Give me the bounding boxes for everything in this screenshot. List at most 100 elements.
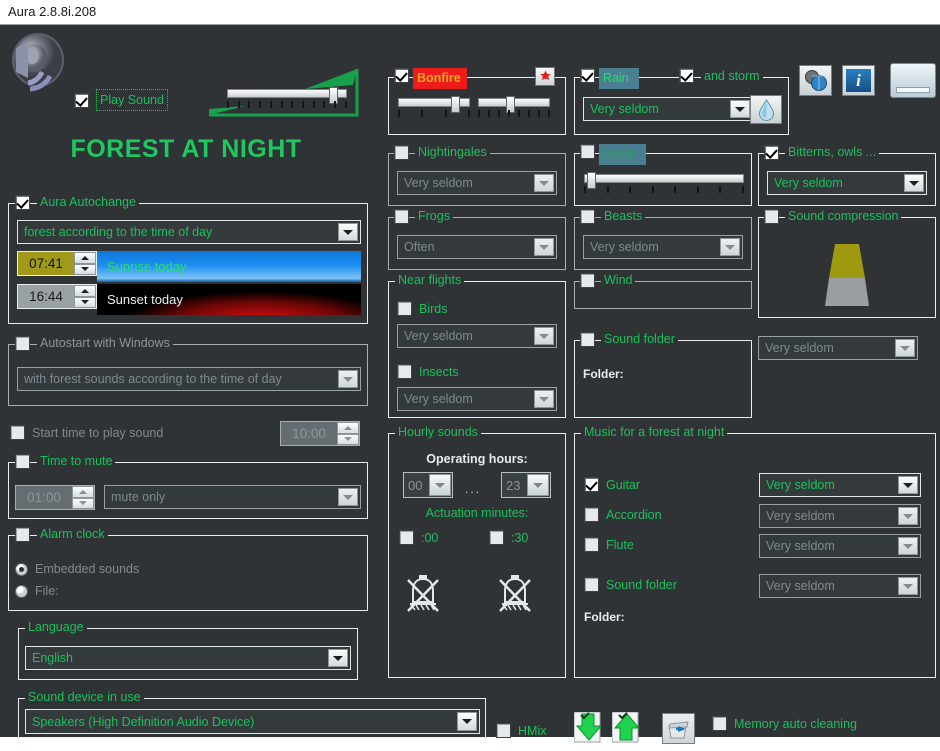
sound-folder-frequency-select[interactable]: Very seldom [758, 336, 918, 360]
brook-checkbox[interactable] [580, 144, 595, 159]
bonfire-checkbox[interactable] [394, 68, 409, 83]
time-to-mute-checkbox[interactable] [15, 454, 30, 469]
bitterns-checkbox[interactable] [764, 145, 779, 160]
alarm-clock-checkbox[interactable] [15, 527, 30, 542]
chevron-down-icon[interactable] [534, 238, 554, 256]
file-radio[interactable] [15, 584, 28, 598]
chevron-down-icon[interactable] [898, 507, 918, 525]
autostart-mode-select[interactable]: with forest sounds according to the time… [17, 367, 361, 391]
bell-muted-icon[interactable] [405, 574, 441, 621]
download-green-icon[interactable] [573, 711, 606, 746]
beasts-frequency-select[interactable]: Very seldom [583, 235, 743, 259]
mute-time-down-button[interactable] [72, 497, 94, 509]
minute-00-checkbox[interactable] [399, 530, 414, 545]
minute-30-control[interactable]: :30 [489, 530, 528, 545]
flute-checkbox[interactable] [584, 537, 599, 552]
volume-slider[interactable] [227, 87, 347, 113]
sunset-row[interactable]: 16:44 Sunset today [17, 284, 361, 315]
autostart-checkbox[interactable] [15, 336, 30, 351]
chevron-down-icon[interactable] [534, 174, 554, 192]
music-sound-folder-frequency-select[interactable]: Very seldom [759, 574, 921, 598]
chevron-down-icon[interactable] [720, 238, 740, 256]
beasts-checkbox[interactable] [580, 209, 595, 224]
sunrise-down-button[interactable] [74, 263, 96, 275]
start-time-up-button[interactable] [337, 422, 359, 434]
start-time-control[interactable]: Start time to play sound [10, 425, 163, 440]
volume-control[interactable] [205, 63, 365, 121]
chevron-down-icon[interactable] [457, 712, 477, 731]
birds-checkbox[interactable] [397, 301, 412, 316]
sunrise-up-button[interactable] [74, 252, 96, 264]
upload-green-icon[interactable] [611, 711, 644, 746]
hour-from-select[interactable]: 00 [403, 472, 453, 498]
rain-frequency-select[interactable]: Very seldom [583, 97, 753, 121]
sunset-time-stepper[interactable]: 16:44 [17, 284, 97, 309]
sound-compression-checkbox[interactable] [764, 209, 779, 224]
rain-checkbox[interactable] [580, 68, 595, 83]
start-time-down-button[interactable] [337, 433, 359, 445]
frogs-frequency-select[interactable]: Often [397, 235, 557, 259]
brook-slider[interactable] [584, 172, 744, 198]
alarm-option-embedded[interactable]: Embedded sounds [15, 562, 139, 576]
mute-mode-select[interactable]: mute only [104, 485, 361, 509]
music-item-flute[interactable]: Flute [584, 537, 634, 552]
birds-frequency-select[interactable]: Very seldom [397, 324, 557, 348]
start-time-checkbox[interactable] [10, 425, 25, 440]
embedded-sounds-radio[interactable] [15, 562, 28, 576]
chevron-down-icon[interactable] [429, 474, 451, 496]
chevron-down-icon[interactable] [338, 370, 358, 388]
guitar-checkbox[interactable] [584, 477, 599, 492]
start-time-stepper[interactable]: 10:00 [280, 421, 360, 446]
wind-checkbox[interactable] [580, 273, 595, 288]
language-select[interactable]: English [25, 646, 351, 670]
sunset-down-button[interactable] [74, 296, 96, 308]
chevron-down-icon[interactable] [895, 339, 915, 357]
chevron-down-icon[interactable] [328, 649, 348, 667]
globe-icon[interactable] [799, 65, 832, 96]
hour-to-select[interactable]: 23 [501, 472, 551, 498]
birds-control[interactable]: Birds [397, 301, 447, 316]
music-item-guitar[interactable]: Guitar [584, 477, 640, 492]
bonfire-slider-2[interactable] [478, 96, 550, 122]
chevron-down-icon[interactable] [338, 223, 358, 241]
info-icon[interactable]: i [842, 65, 875, 96]
trash-icon[interactable] [662, 713, 695, 744]
nightingales-checkbox[interactable] [394, 145, 409, 160]
chevron-down-icon[interactable] [534, 327, 554, 345]
brook-slider-track[interactable] [584, 174, 744, 183]
sunset-up-button[interactable] [74, 285, 96, 297]
minute-30-checkbox[interactable] [489, 530, 504, 545]
play-sound-control[interactable]: Play Sound [74, 89, 168, 111]
music-sound-folder-checkbox[interactable] [584, 577, 599, 592]
autochange-mode-select[interactable]: forest according to the time of day [17, 220, 361, 244]
bitterns-frequency-select[interactable]: Very seldom [767, 171, 927, 195]
chevron-down-icon[interactable] [527, 474, 549, 496]
chevron-down-icon[interactable] [730, 100, 750, 118]
sound-device-select[interactable]: Speakers (High Definition Audio Device) [25, 709, 480, 734]
bell-muted-icon[interactable] [497, 574, 533, 621]
record-icon[interactable] [535, 67, 555, 86]
nightingales-frequency-select[interactable]: Very seldom [397, 171, 557, 195]
water-drop-icon[interactable] [750, 95, 782, 124]
music-item-accordion[interactable]: Accordion [584, 507, 662, 522]
chevron-down-icon[interactable] [898, 577, 918, 595]
insects-frequency-select[interactable]: Very seldom [397, 387, 557, 411]
frogs-checkbox[interactable] [394, 209, 409, 224]
memory-auto-cleaning-checkbox[interactable] [712, 716, 727, 731]
chevron-down-icon[interactable] [534, 390, 554, 408]
insects-checkbox[interactable] [397, 364, 412, 379]
accordion-checkbox[interactable] [584, 507, 599, 522]
guitar-frequency-select[interactable]: Very seldom [759, 473, 921, 497]
hmix-control[interactable]: HMix [496, 723, 546, 738]
mute-time-up-button[interactable] [72, 486, 94, 498]
memory-auto-cleaning-control[interactable]: Memory auto cleaning [712, 716, 857, 731]
sound-folder-checkbox[interactable] [580, 332, 595, 347]
mute-time-stepper[interactable]: 01:00 [15, 485, 95, 510]
flute-frequency-select[interactable]: Very seldom [759, 534, 921, 558]
minute-00-control[interactable]: :00 [399, 530, 438, 545]
play-sound-checkbox[interactable] [74, 92, 89, 108]
insects-control[interactable]: Insects [397, 364, 459, 379]
sunrise-time-stepper[interactable]: 07:41 [17, 251, 97, 276]
chevron-down-icon[interactable] [898, 537, 918, 555]
accordion-frequency-select[interactable]: Very seldom [759, 504, 921, 528]
